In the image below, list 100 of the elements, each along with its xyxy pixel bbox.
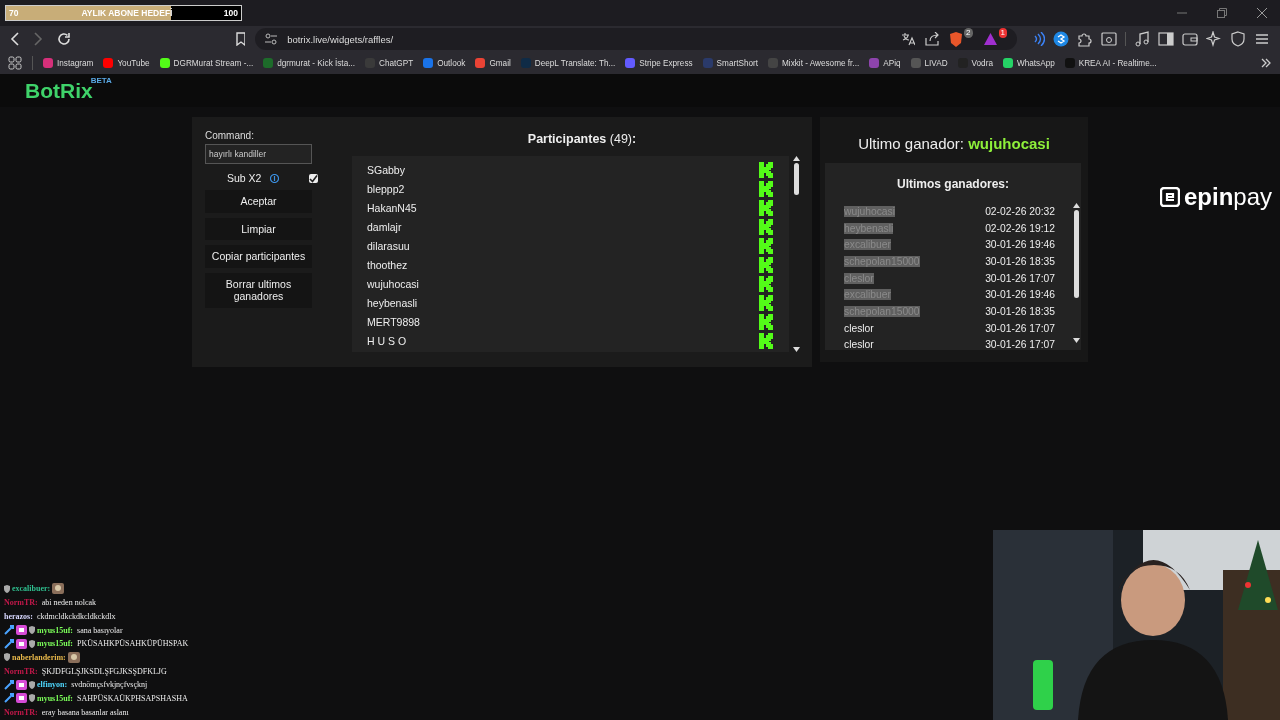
apps-grid-icon[interactable] [8,56,22,70]
participant-name: thoothez [367,258,408,271]
chat-username: NormTR: [4,707,38,717]
kick-logo-icon [759,294,773,311]
chat-username: excalibuer: [12,584,51,594]
chevron-icon[interactable] [1260,57,1272,69]
menu-icon[interactable] [1254,31,1270,47]
site-settings-icon[interactable] [265,33,278,45]
chat-message: ckdmcldkckdkcldkckdlx [36,611,116,621]
bookmark-item[interactable]: ChatGPT [365,58,414,68]
close-icon[interactable] [1257,8,1267,18]
triangle-icon[interactable] [982,32,998,46]
kick-logo-icon [759,275,773,292]
audio-wave-icon[interactable] [1031,32,1045,46]
action-button[interactable]: Copiar participantes [205,245,312,268]
forward-icon[interactable] [33,32,43,46]
url-text: botrix.live/widgets/raffles/ [287,33,394,45]
wallet-icon[interactable] [1182,31,1198,47]
reload-icon[interactable] [56,32,70,46]
chat-username: naberlanderim: [12,652,66,662]
info-icon[interactable] [270,173,280,183]
winner-time: 30-01-26 19:46 [985,239,1055,251]
bookmark-icon[interactable] [235,32,246,46]
window-search-icon[interactable] [1101,31,1117,47]
kick-logo-icon [759,256,773,273]
scrollbar[interactable] [791,156,801,352]
scrollbar-thumb[interactable] [1073,210,1079,298]
bookmark-item[interactable]: Gmail [475,58,511,68]
winner-time: 02-02-26 19:12 [985,222,1055,234]
gift-icon [16,625,27,636]
address-bar[interactable]: botrix.live/widgets/raffles/ 2 1 [255,28,1017,50]
winner-time: 30-01-26 19:46 [985,289,1055,301]
participant-name: dilarasuu [367,239,410,252]
chat-username: NormTR: [4,666,38,676]
bookmark-item[interactable]: dgrmurat - Kick İsta... [263,58,356,68]
participant-name: SGabby [367,163,405,176]
action-button[interactable]: Borrar ultimos ganadores [205,272,312,308]
bookmark-item[interactable]: DGRMurat Stream -... [159,58,254,68]
scrollbar-thumb[interactable] [793,163,799,195]
puzzle-icon[interactable] [1077,31,1093,47]
chat-message: svdnömçsfvkjnçfvsçknj [71,680,148,690]
bookmark-item[interactable]: YouTube [103,58,150,68]
bookmark-item[interactable]: SmartShort [702,58,758,68]
action-button[interactable]: Aceptar [205,190,312,213]
bookmark-item[interactable]: LIVAD [910,58,948,68]
bookmark-item[interactable]: WhatsApp [1002,58,1055,68]
bookmark-item[interactable]: Instagram [43,58,94,68]
lion-shield-icon[interactable] [949,31,964,47]
chat-message: SAHPÜSKAÜKPHSAPSHASHA [77,693,188,703]
participant-name: bleppp2 [367,182,405,195]
kick-logo-icon [759,218,773,235]
chat-username: herazos: [4,611,33,621]
share-icon[interactable] [925,32,940,46]
winners-title: Ultimos ganadores: [896,177,1010,191]
sub-x2-checkbox[interactable] [309,173,319,183]
winner-time: 30-01-26 18:35 [985,255,1055,267]
sword-icon [4,693,14,704]
bookmark-item[interactable]: Outlook [423,58,466,68]
last-winner-text: Ultimo ganador: wujuhocasi [857,135,1051,152]
sparkle-icon[interactable] [1206,31,1222,47]
command-label: Command: [205,130,255,141]
sword-icon [4,625,14,636]
bookmark-item[interactable]: KREA AI - Realtime... [1064,58,1157,68]
back-icon[interactable] [10,32,20,46]
chat-username: myus15uf: [37,693,73,703]
chat-username: elfinyon: [37,680,68,690]
sword-icon [4,638,14,649]
scroll-down-icon[interactable] [1072,338,1080,343]
bookmark-item[interactable]: Mixkit - Awesome fr... [768,58,860,68]
music-note-icon[interactable] [1134,31,1150,47]
shield-icon [4,653,10,662]
scroll-down-icon[interactable] [792,347,800,352]
shield-icon[interactable] [1230,31,1246,47]
goal-current: 70 [9,8,19,18]
winner-name: cleslor [844,322,874,334]
participant-name: HakanN45 [367,201,417,214]
sword-icon [4,679,14,690]
bookmark-item[interactable]: Vodra [957,58,993,68]
scroll-up-icon[interactable] [1072,203,1080,208]
emote-icon [52,583,65,595]
command-input[interactable]: hayırlı kandiller [205,144,312,164]
shield-icon [4,584,10,593]
chat-message: ŞKJDFGLŞJKSDLŞFGJKSŞDFKLJG [41,666,167,676]
bookmark-item[interactable]: Stripe Express [625,58,693,68]
kick-logo-icon [759,332,773,349]
translate-icon[interactable] [901,32,916,46]
chat-message: PKÜSAHKPÜSAHKÜPÜHSPAK [77,639,189,649]
extension-badge: 1 [998,28,1007,38]
action-button[interactable]: Limpiar [205,217,312,241]
gift-icon [16,638,27,649]
bookmark-item[interactable]: DeepL Translate: Th... [520,58,616,68]
winner-name: cleslor [844,339,874,348]
extension-circle-icon[interactable] [1053,31,1069,47]
sidebar-icon[interactable] [1158,31,1174,47]
emote-icon [67,651,80,663]
restore-icon[interactable] [1217,8,1227,18]
bookmark-item[interactable]: APiq [869,58,901,68]
scrollbar[interactable] [1071,203,1081,343]
chat-message: sana basıyolar [77,625,123,635]
scroll-up-icon[interactable] [792,156,800,161]
